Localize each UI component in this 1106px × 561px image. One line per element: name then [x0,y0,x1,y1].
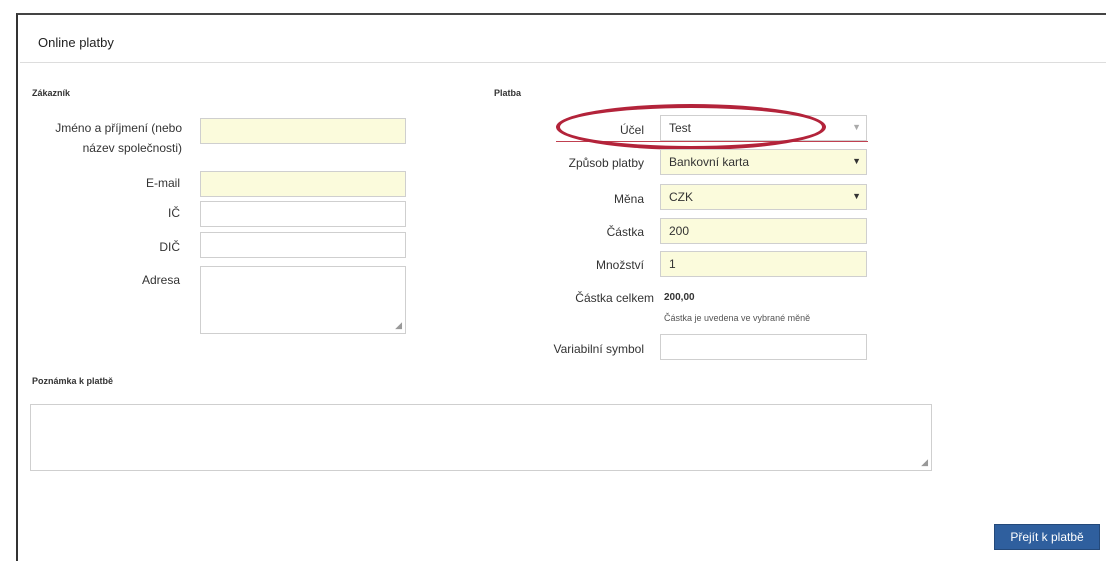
chevron-down-icon: ▼ [852,122,861,132]
note-section-title: Poznámka k platbě [32,376,114,386]
varsymbol-input[interactable] [660,334,867,360]
name-label-line1: Jméno a příjmení (nebo [55,121,182,135]
note-textarea[interactable]: ◢ [30,404,932,471]
quantity-input[interactable]: 1 [660,251,867,277]
dic-input[interactable] [200,232,406,258]
currency-value: CZK [669,190,693,204]
varsymbol-label: Variabilní symbol [553,342,644,356]
purpose-underline [556,141,868,142]
total-label: Částka celkem [575,291,654,305]
method-select[interactable]: Bankovní karta ▼ [660,149,867,175]
amount-input[interactable]: 200 [660,218,867,244]
customer-section-title: Zákazník [32,88,71,98]
email-label: E-mail [145,176,180,190]
resize-handle-icon[interactable]: ◢ [395,320,402,331]
page-title: Online platby [38,35,114,50]
total-hint: Částka je uvedena ve vybrané měně [664,313,811,323]
currency-label: Měna [613,192,644,206]
method-value: Bankovní karta [669,155,750,169]
ico-label: IČ [168,206,180,220]
amount-label: Částka [606,225,644,239]
address-label: Adresa [141,273,180,287]
currency-select[interactable]: CZK ▼ [660,184,867,210]
payment-section-title: Platba [494,88,522,98]
method-label: Způsob platby [568,156,644,170]
address-textarea[interactable]: ◢ [200,266,406,334]
purpose-label: Účel [619,123,644,137]
chevron-down-icon: ▼ [852,156,861,166]
title-divider [20,62,1106,63]
name-label-line2: název společnosti) [82,141,182,155]
dic-label: DIČ [159,240,180,254]
payment-dialog [16,13,1106,561]
quantity-label: Množství [595,258,644,272]
resize-handle-icon[interactable]: ◢ [921,457,928,468]
name-input[interactable] [200,118,406,144]
submit-payment-button[interactable]: Přejít k platbě [994,524,1100,550]
ico-input[interactable] [200,201,406,227]
purpose-value: Test [669,121,692,135]
chevron-down-icon: ▼ [852,191,861,201]
total-value: 200,00 [664,292,695,303]
email-input[interactable] [200,171,406,197]
purpose-select[interactable]: Test ▼ [660,115,867,141]
